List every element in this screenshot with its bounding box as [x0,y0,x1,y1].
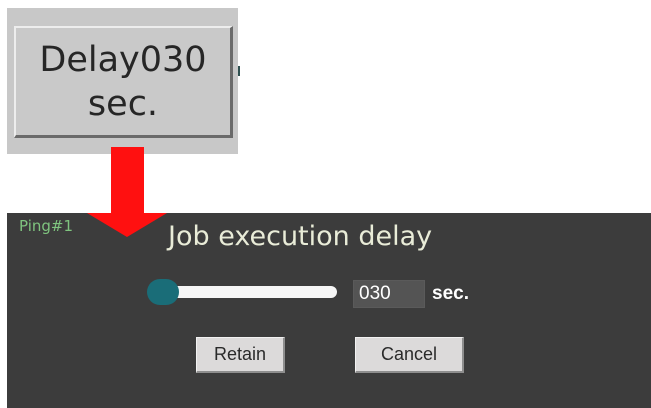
ping-tag: Ping#1 [19,217,74,235]
job-delay-dialog: Ping#1 Job execution delay sec. Retain C… [7,213,651,408]
delay-seconds-input[interactable] [353,280,425,308]
delay-slider[interactable] [147,279,347,305]
seconds-unit-label: sec. [432,283,469,304]
delay-button-line2: sec. [87,83,159,124]
delay-button-zoomed[interactable]: Delay030 sec. [14,26,233,138]
retain-button[interactable]: Retain [196,337,285,373]
dialog-title: Job execution delay [168,221,433,252]
delay-button-line1: Delay030 [39,39,207,80]
red-down-arrow-head-icon [87,213,167,237]
red-down-arrow-icon [111,147,144,213]
slider-thumb[interactable] [147,279,179,305]
slider-track [155,286,337,298]
callout-edge-mark [238,66,240,76]
cancel-button[interactable]: Cancel [355,337,464,373]
